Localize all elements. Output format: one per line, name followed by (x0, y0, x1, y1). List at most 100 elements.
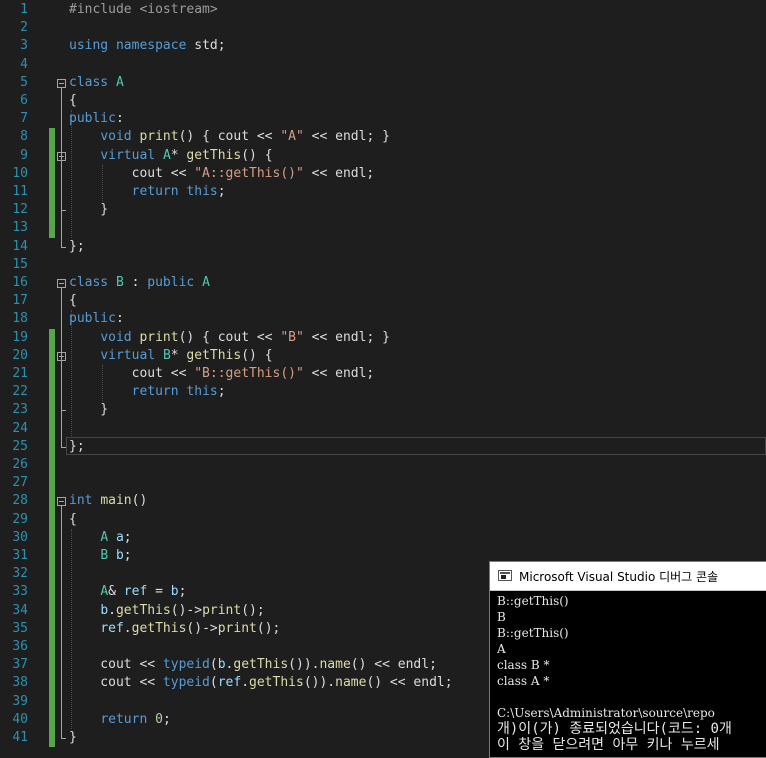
code-token: ; (123, 548, 132, 563)
line-number: 12 (12, 202, 28, 218)
code-line[interactable]: cout << "A::getThis()" << endl; (69, 165, 375, 183)
fold-end-marker (61, 246, 66, 248)
code-token: ()-> (170, 602, 203, 618)
code-token: virtual (100, 147, 156, 163)
code-line[interactable]: class B : public A (69, 274, 210, 292)
code-token: ( (209, 675, 218, 691)
code-line[interactable]: return this; (69, 383, 226, 401)
console-title: Microsoft Visual Studio 디버그 콘솔 (519, 570, 719, 584)
code-line[interactable]: cout << typeid(b.getThis()).name() << en… (69, 656, 437, 674)
code-line[interactable]: virtual A* getThis() { (69, 147, 272, 165)
code-line[interactable]: }; (69, 238, 85, 256)
line-number: 39 (12, 693, 28, 709)
code-token: << endl; } (303, 129, 390, 145)
code-line[interactable]: } (69, 729, 77, 747)
code-token: }; (69, 238, 85, 254)
code-token: ref (123, 584, 148, 600)
code-token: : (115, 311, 124, 327)
code-line[interactable]: { (69, 92, 77, 110)
code-line[interactable]: virtual B* getThis() { (69, 347, 272, 365)
code-line[interactable]: { (69, 511, 77, 529)
code-token: a (115, 529, 124, 545)
code-line[interactable]: public: (69, 310, 124, 328)
code-token: ( (209, 657, 218, 673)
line-number: 38 (12, 675, 28, 691)
line-number: 14 (12, 238, 28, 254)
code-token: #include <iostream> (69, 2, 218, 17)
code-token: A (115, 74, 124, 90)
collapse-toggle[interactable] (57, 351, 66, 361)
line-number: 23 (12, 402, 28, 418)
code-line[interactable]: #include <iostream> (69, 1, 218, 19)
collapse-toggle[interactable] (57, 497, 66, 507)
code-line[interactable]: cout << typeid(ref.getThis()).name() << … (69, 674, 452, 692)
code-token: ()). (288, 657, 320, 673)
code-line[interactable]: return 0; (69, 711, 170, 729)
line-number: 18 (12, 311, 28, 327)
code-token: ()-> (186, 620, 218, 636)
line-number: 29 (12, 511, 28, 527)
line-number: 17 (12, 293, 28, 309)
code-line[interactable]: int main() (69, 492, 147, 510)
code-line[interactable]: void print() { cout << "A" << endl; } (69, 128, 390, 146)
collapse-toggle[interactable] (57, 78, 66, 88)
code-token: return (131, 184, 179, 199)
code-line[interactable]: return this; (69, 183, 226, 201)
fold-range-line (61, 360, 62, 411)
code-line[interactable]: } (69, 201, 108, 219)
code-line[interactable]: A a; (69, 529, 132, 547)
code-token: print (139, 329, 179, 345)
code-token: : (115, 111, 124, 127)
code-token: }; (69, 438, 85, 454)
fold-end-marker (61, 738, 66, 739)
code-token: getThis (186, 147, 242, 163)
collapse-toggle[interactable] (57, 279, 66, 288)
code-token: ; (123, 529, 132, 545)
code-token: b (217, 657, 226, 673)
code-line[interactable]: cout << "B::getThis()" << endl; (69, 365, 375, 383)
code-token: namespace (115, 38, 187, 54)
console-output-line: 개)이(가) 종료되었습니다(코드: 0개 (497, 721, 732, 737)
code-token: virtual (100, 347, 156, 363)
code-token: b (115, 548, 124, 563)
line-number: 24 (12, 420, 28, 436)
code-line[interactable]: }; (69, 438, 85, 456)
console-output-line: B::getThis() (497, 594, 569, 608)
code-token: public (69, 311, 116, 327)
line-number: 5 (20, 74, 28, 90)
code-token: * (170, 147, 187, 163)
line-number: 21 (12, 366, 28, 381)
code-token: name (319, 657, 351, 673)
code-line[interactable]: A& ref = b; (69, 583, 186, 601)
code-line[interactable]: public: (69, 110, 124, 128)
code-line[interactable]: ref.getThis()->print(); (69, 620, 280, 638)
code-line[interactable]: B b; (69, 547, 132, 565)
console-title-bar[interactable]: Microsoft Visual Studio 디버그 콘솔 (490, 562, 766, 591)
line-number: 6 (20, 93, 28, 108)
line-number: 28 (12, 493, 28, 509)
collapse-toggle[interactable] (57, 151, 66, 161)
code-line[interactable]: b.getThis()->print(); (69, 602, 264, 620)
code-line[interactable]: using namespace std; (69, 37, 226, 55)
line-number: 3 (20, 38, 28, 54)
code-token: void (100, 329, 132, 345)
line-number: 20 (12, 347, 28, 363)
code-line[interactable]: { (69, 292, 77, 310)
code-token: { (69, 93, 77, 108)
code-token: A (100, 529, 109, 545)
debug-console-window[interactable]: Microsoft Visual Studio 디버그 콘솔 B::getThi… (489, 561, 766, 758)
code-line[interactable]: } (69, 401, 108, 419)
fold-end-marker (61, 210, 66, 212)
code-line[interactable]: void print() { cout << "B" << endl; } (69, 329, 390, 347)
code-token: ; (217, 184, 226, 199)
code-line[interactable]: class A (69, 74, 124, 92)
